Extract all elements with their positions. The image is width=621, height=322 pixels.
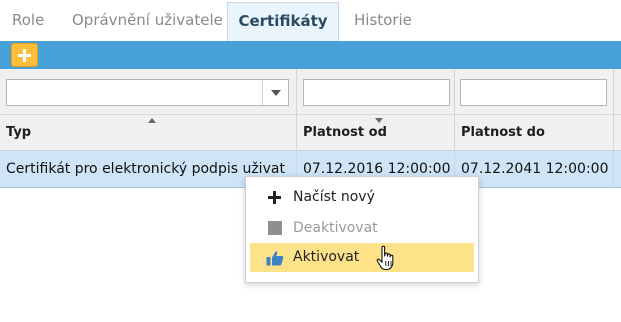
square-icon	[268, 221, 282, 235]
hand-cursor-icon	[376, 245, 394, 271]
menu-item-deaktivovat[interactable]: Deaktivovat	[250, 214, 474, 242]
column-divider[interactable]	[454, 69, 455, 188]
tab-bar: Role Oprávnění uživatele Certifikáty His…	[0, 0, 621, 41]
grid-header: Typ Platnost od Platnost do	[0, 115, 621, 151]
column-divider[interactable]	[613, 69, 614, 188]
menu-item-label: Deaktivovat	[293, 220, 378, 236]
filter-row	[0, 69, 621, 115]
context-menu: Načíst nový Deaktivovat Aktivovat	[245, 176, 479, 283]
menu-item-aktivovat[interactable]: Aktivovat	[250, 243, 474, 272]
column-divider[interactable]	[296, 69, 297, 188]
menu-item-nacist-novy[interactable]: Načíst nový	[250, 183, 474, 211]
valid-to-filter-input[interactable]	[460, 79, 607, 106]
tab-role[interactable]: Role	[0, 0, 56, 41]
chevron-down-icon[interactable]	[262, 80, 288, 105]
menu-item-label: Aktivovat	[293, 249, 360, 265]
valid-from-filter-input[interactable]	[303, 79, 450, 106]
thumbs-up-icon	[266, 251, 284, 266]
column-header-typ[interactable]: Typ	[0, 115, 296, 151]
toolbar	[0, 41, 621, 69]
add-button[interactable]	[11, 43, 38, 67]
column-header-platnost-od[interactable]: Platnost od	[297, 115, 454, 151]
tab-opravneni-uzivatele[interactable]: Oprávnění uživatele	[60, 0, 235, 41]
plus-icon	[268, 191, 281, 204]
column-header-platnost-do[interactable]: Platnost do	[455, 115, 613, 151]
tab-certifikaty[interactable]: Certifikáty	[227, 2, 339, 41]
tab-historie[interactable]: Historie	[342, 0, 424, 41]
type-filter-select[interactable]	[6, 79, 289, 106]
menu-item-label: Načíst nový	[293, 189, 375, 205]
